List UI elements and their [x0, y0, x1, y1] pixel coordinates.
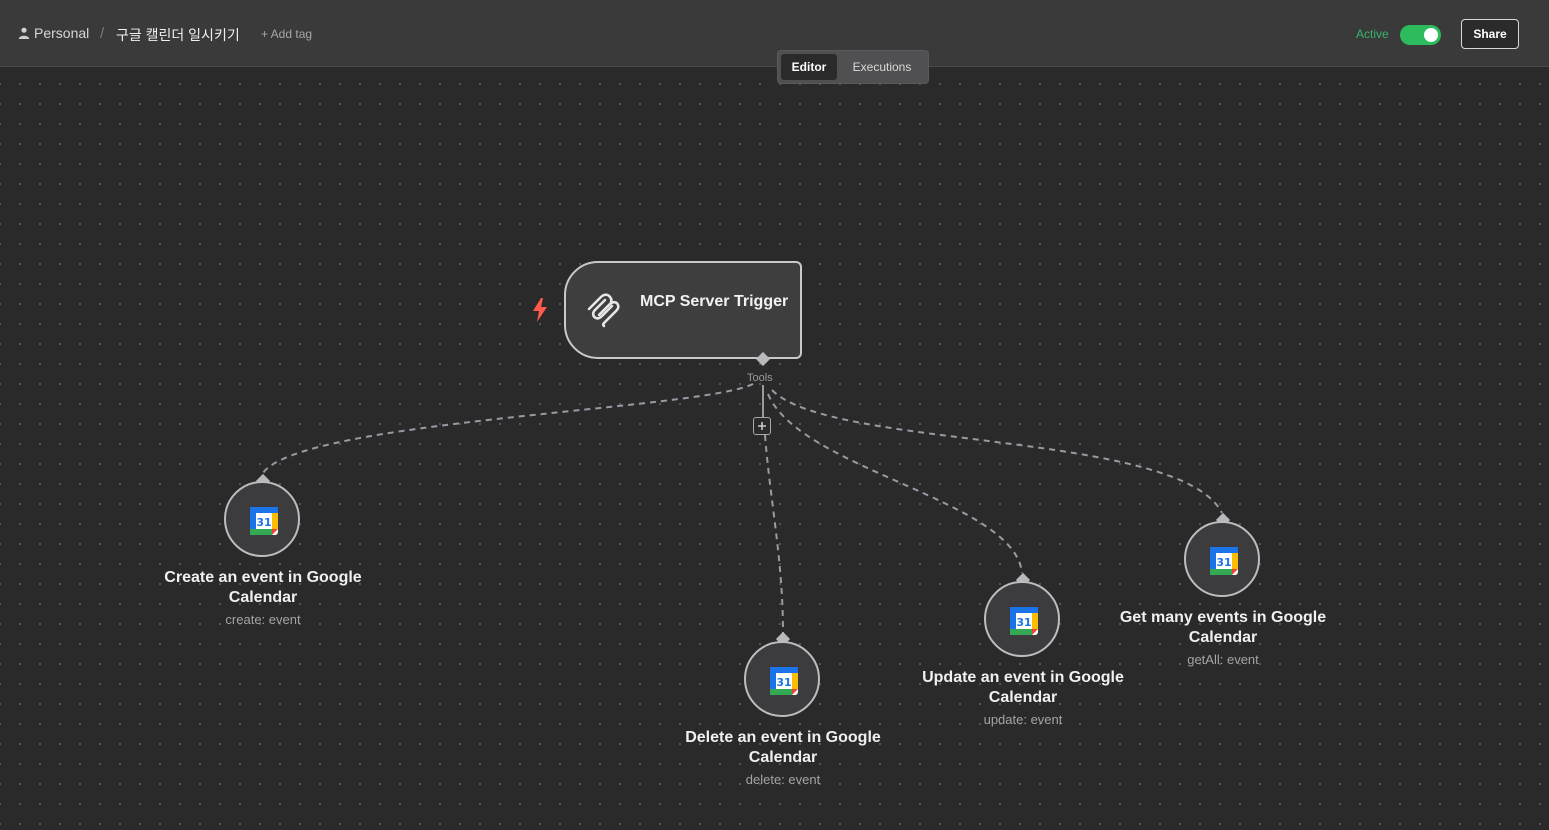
svg-text:31: 31	[776, 676, 791, 689]
edge-getall-events	[771, 389, 1223, 514]
add-tool-button[interactable]	[753, 417, 771, 435]
edge-create-event	[262, 383, 754, 474]
google-calendar-icon: 31	[770, 667, 798, 695]
google-calendar-icon: 31	[1210, 547, 1238, 575]
tool-subtitle: create: event	[225, 612, 301, 627]
mcp-server-trigger-node[interactable]: MCP Server Trigger	[564, 261, 802, 359]
tool-node-getall-events[interactable]: 31	[1184, 521, 1260, 597]
edge-delete-event	[764, 434, 784, 634]
tool-title: Update an event in Google Calendar	[922, 669, 1124, 706]
tool-node-update-event[interactable]: 31	[984, 581, 1060, 657]
tool-subtitle: getAll: event	[1187, 652, 1259, 667]
mcp-icon	[587, 293, 620, 328]
svg-text:31: 31	[1216, 556, 1231, 569]
tool-node-create-event[interactable]: 31	[224, 481, 300, 557]
tab-executions[interactable]: Executions	[842, 54, 922, 80]
plus-icon	[758, 422, 766, 430]
google-calendar-icon: 31	[1010, 607, 1038, 635]
tool-title: Create an event in Google Calendar	[164, 569, 362, 606]
tool-node-delete-event[interactable]: 31	[744, 641, 820, 717]
edge-update-event	[767, 393, 1023, 574]
svg-text:31: 31	[1016, 616, 1031, 629]
svg-text:31: 31	[256, 516, 271, 529]
google-calendar-icon: 31	[250, 507, 278, 535]
view-tabs: Editor Executions	[777, 50, 929, 84]
tool-title: Get many events in Google Calendar	[1119, 609, 1327, 646]
trigger-title: MCP Server Trigger	[640, 293, 789, 310]
tab-editor[interactable]: Editor	[781, 54, 837, 80]
tool-subtitle: update: event	[983, 712, 1063, 727]
lightning-bolt-icon	[533, 298, 547, 322]
tool-title: Delete an event in Google Calendar	[685, 729, 881, 766]
tool-subtitle: delete: event	[745, 772, 821, 787]
tools-connector-label: Tools	[747, 372, 773, 384]
